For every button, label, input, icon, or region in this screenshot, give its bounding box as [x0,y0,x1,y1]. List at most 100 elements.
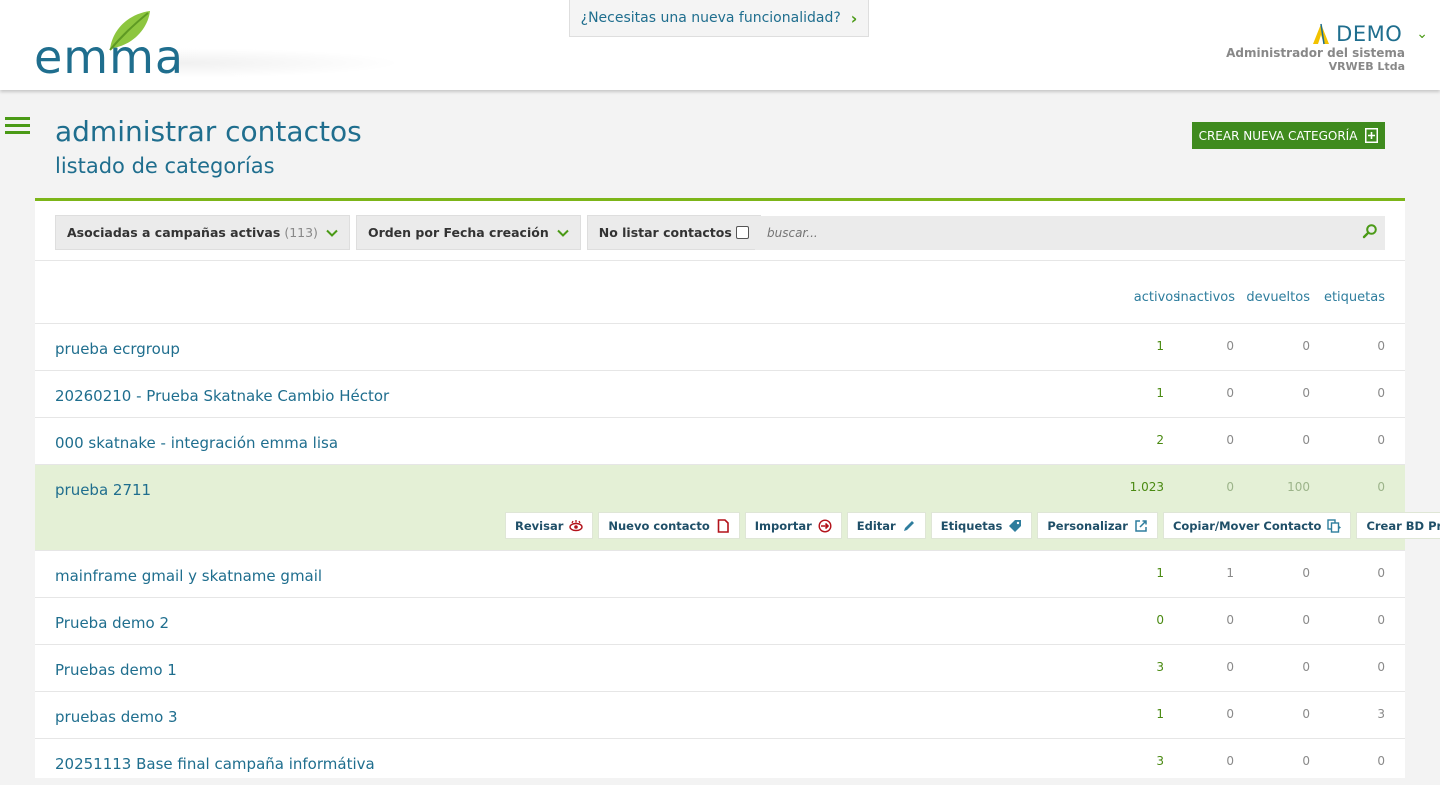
etiquetas-count: 0 [1377,433,1385,447]
devueltos-count: 0 [1302,386,1310,400]
customize-label: Personalizar [1047,518,1128,533]
pencil-icon [903,520,914,531]
inactivos-count: 0 [1226,707,1234,721]
emma-logo[interactable]: emma [34,8,404,88]
category-row[interactable]: 000 skatnake - integración emma lisa 2 0… [35,417,1405,464]
category-row-selected[interactable]: prueba 2711 1.023 0 100 0 Revisar Nuevo … [35,464,1440,550]
activos-count: 3 [1156,754,1164,768]
external-edit-icon [1135,519,1147,532]
category-name[interactable]: prueba ecrgroup [55,340,180,358]
contacts-panel: Asociadas a campañas activas (113) Orden… [35,198,1440,778]
category-name[interactable]: 20260210 - Prueba Skatnake Cambio Héctor [55,387,389,405]
import-label: Importar [754,518,812,533]
copy-move-contact-label: Copiar/Mover Contacto [1172,518,1322,533]
chevron-down-icon [557,229,569,237]
menu-icon[interactable] [5,117,30,135]
new-document-icon [717,518,729,533]
category-name[interactable]: Pruebas demo 1 [55,661,177,679]
category-row[interactable]: Pruebas demo 1 3 0 0 0 [35,644,1405,691]
devueltos-count: 0 [1302,707,1310,721]
etiquetas-count: 3 [1377,707,1385,721]
category-row[interactable]: 20251113 Base final campaña informátiva … [35,738,1405,785]
activos-count: 2 [1156,433,1164,447]
inactivos-count: 0 [1226,433,1234,447]
feature-request-link[interactable]: ¿Necesitas una nueva funcionalidad? › [569,0,869,37]
category-row[interactable]: prueba ecrgroup 1 0 0 0 [35,323,1405,370]
no-list-contacts-label: No listar contactos [598,225,732,240]
column-header-etiquetas: etiquetas [1323,290,1385,305]
category-row[interactable]: 20260210 - Prueba Skatnake Cambio Héctor… [35,370,1405,417]
create-test-db-button[interactable]: Crear BD Pruebas [1356,512,1440,539]
page-title: administrar contactos [55,115,362,148]
order-label: Orden por Fecha creación [367,225,549,240]
devueltos-count: 0 [1302,613,1310,627]
inactivos-count: 0 [1226,754,1234,768]
etiquetas-count: 0 [1377,613,1385,627]
category-row[interactable]: Prueba demo 2 0 0 0 0 [35,597,1405,644]
etiquetas-count: 0 [1377,386,1385,400]
create-category-button[interactable]: CREAR NUEVA CATEGORÍA [1192,122,1385,149]
edit-button[interactable]: Editar [846,512,926,539]
page-subtitle: listado de categorías [55,154,275,178]
eye-icon [569,519,584,531]
copy-move-contact-button[interactable]: Copiar/Mover Contacto [1162,512,1352,539]
tags-button[interactable]: Etiquetas [930,512,1033,539]
devueltos-count: 100 [1287,480,1310,494]
devueltos-count: 0 [1302,660,1310,674]
category-list: prueba ecrgroup 1 0 0 0 20260210 - Prueb… [35,323,1440,785]
devueltos-count: 0 [1302,754,1310,768]
inactivos-count: 1 [1226,566,1234,580]
campaign-filter-count: (113) [284,225,318,240]
import-button[interactable]: Importar [744,512,842,539]
category-name[interactable]: Prueba demo 2 [55,614,169,632]
top-bar: emma ¿Necesitas una nueva funcionalidad?… [0,0,1440,90]
chevron-down-icon[interactable]: ⌄ [1416,26,1428,42]
category-name[interactable]: mainframe gmail y skatname gmail [55,567,322,585]
campaign-filter-label: Asociadas a campañas activas [67,225,281,240]
category-name[interactable]: pruebas demo 3 [55,708,178,726]
customize-button[interactable]: Personalizar [1037,512,1158,539]
etiquetas-count: 0 [1377,566,1385,580]
activos-count: 1 [1156,707,1164,721]
devueltos-count: 0 [1302,433,1310,447]
create-test-db-label: Crear BD Pruebas [1366,518,1440,533]
add-file-icon [1365,128,1379,143]
activos-count: 3 [1156,660,1164,674]
etiquetas-count: 0 [1377,660,1385,674]
category-row[interactable]: mainframe gmail y skatname gmail 1 1 0 0 [35,550,1405,597]
inactivos-count: 0 [1226,386,1234,400]
devueltos-count: 0 [1302,566,1310,580]
inactivos-count: 0 [1226,339,1234,353]
new-contact-label: Nuevo contacto [608,518,710,533]
user-name: DEMO [1336,22,1403,46]
no-list-contacts-toggle[interactable]: No listar contactos [586,215,761,250]
filter-bar: Asociadas a campañas activas (113) Orden… [55,215,761,251]
logo-shadow [174,48,404,78]
category-name[interactable]: prueba 2711 [55,481,151,499]
row-actions: Revisar Nuevo contacto Importar Editar E… [505,512,1440,539]
category-row[interactable]: pruebas demo 3 1 0 0 3 [35,691,1405,738]
category-name[interactable]: 000 skatnake - integración emma lisa [55,434,338,452]
new-contact-button[interactable]: Nuevo contacto [598,512,740,539]
user-role: Administrador del sistema [1226,46,1405,60]
search-input[interactable] [755,216,1385,250]
no-list-contacts-checkbox[interactable] [735,226,749,239]
user-menu[interactable]: DEMO ⌄ Administrador del sistema VRWEB L… [1188,22,1428,74]
search-icon[interactable] [1362,223,1378,239]
create-category-label: CREAR NUEVA CATEGORÍA [1198,128,1358,143]
activos-count: 1 [1156,566,1164,580]
company-logo-icon [1313,23,1330,45]
copy-icon [1327,518,1342,533]
divider [35,260,1405,261]
etiquetas-count: 0 [1377,480,1385,494]
logo-text: emma [34,30,185,84]
campaign-filter-dropdown[interactable]: Asociadas a campañas activas (113) [55,215,350,250]
category-name[interactable]: 20251113 Base final campaña informátiva [55,755,375,773]
activos-count: 0 [1156,613,1164,627]
activos-count: 1 [1156,339,1164,353]
user-company: VRWEB Ltda [1328,60,1405,73]
order-dropdown[interactable]: Orden por Fecha creación [355,215,581,250]
review-button[interactable]: Revisar [505,512,594,539]
chevron-right-icon: › [850,8,858,28]
inactivos-count: 0 [1226,480,1234,494]
